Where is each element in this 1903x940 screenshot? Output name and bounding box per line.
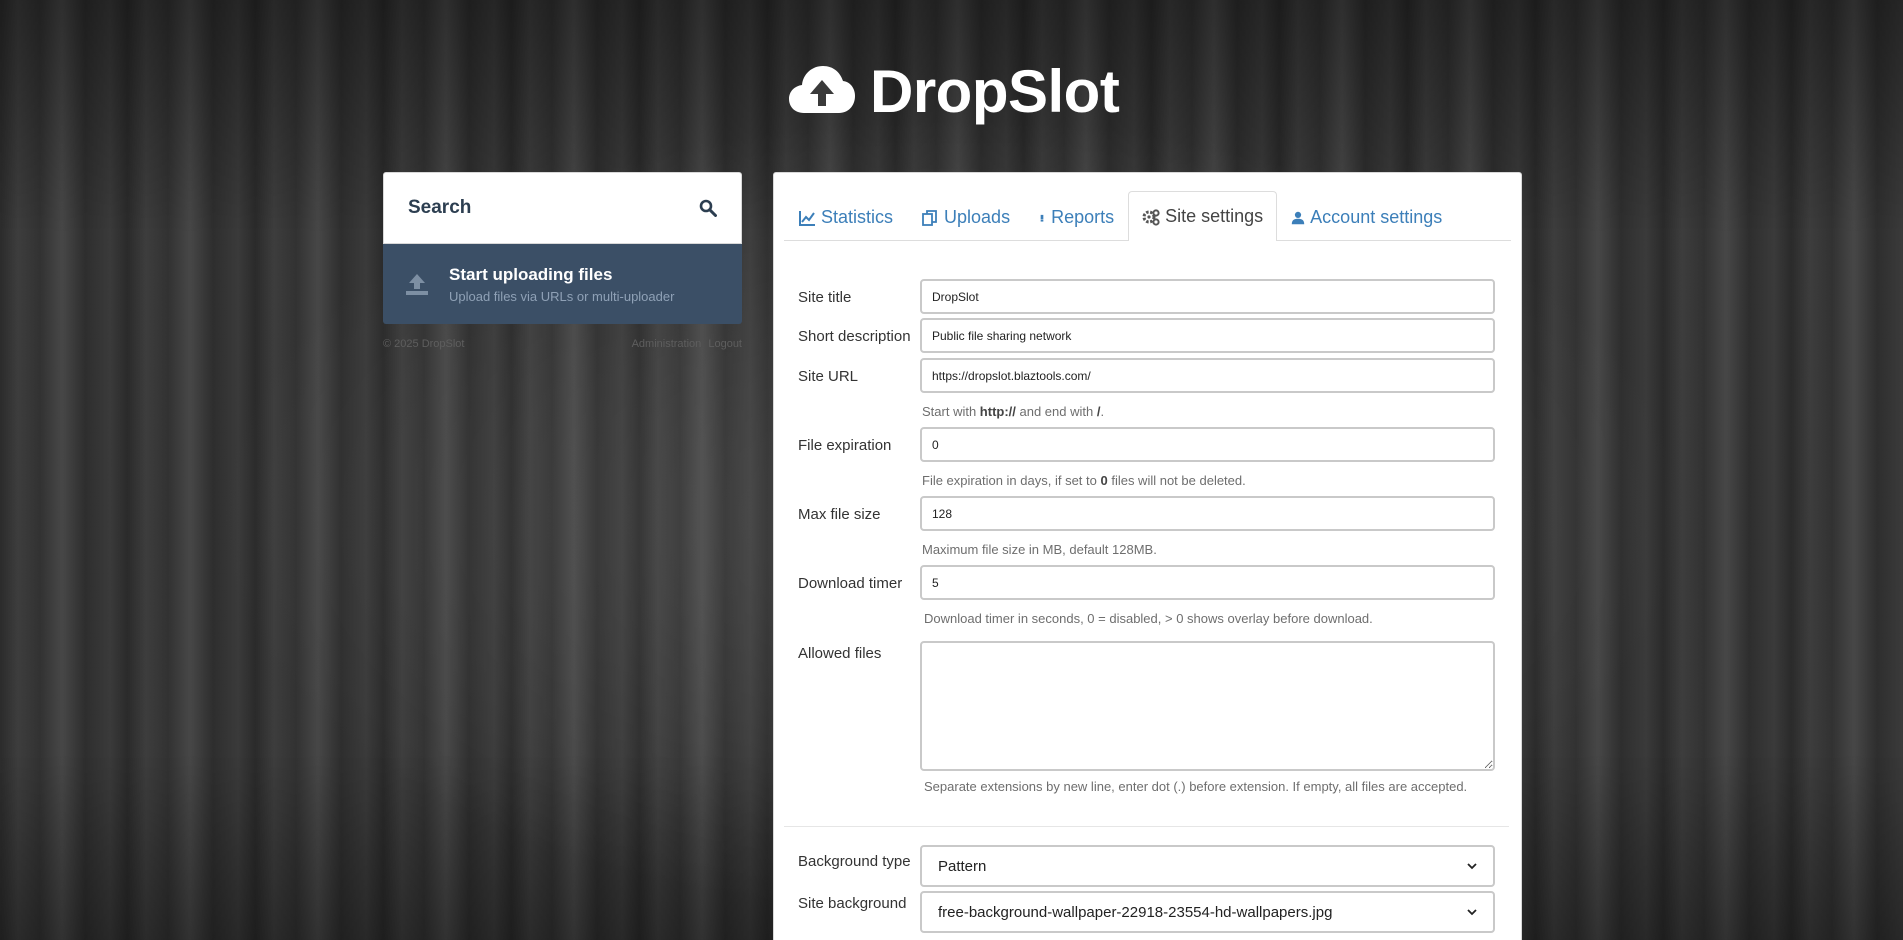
file-expiration-input[interactable]: 0: [920, 427, 1495, 462]
exclamation-icon: [1040, 214, 1044, 222]
tab-statistics[interactable]: Statistics: [784, 193, 907, 241]
max-file-size-hint: Maximum file size in MB, default 128MB.: [922, 542, 1157, 557]
settings-panel: Statistics Uploads Reports Site settings…: [773, 172, 1522, 940]
short-description-label: Short description: [798, 328, 911, 345]
start-uploading-card[interactable]: Start uploading files Upload files via U…: [383, 244, 742, 324]
tab-reports[interactable]: Reports: [1024, 193, 1128, 241]
short-description-value: Public file sharing network: [932, 328, 1072, 343]
site-url-value: https://dropslot.blaztools.com/: [932, 368, 1091, 383]
tab-label: Site settings: [1165, 206, 1264, 226]
background-type-select[interactable]: Pattern: [920, 845, 1495, 887]
upload-title: Start uploading files: [449, 264, 613, 284]
gears-icon: [1142, 208, 1160, 226]
brand-logo[interactable]: DropSlot: [788, 56, 1120, 126]
allowed-files-textarea[interactable]: [920, 641, 1495, 771]
site-url-input[interactable]: https://dropslot.blaztools.com/: [920, 358, 1495, 393]
tab-label: Statistics: [821, 207, 894, 227]
file-expiration-value: 0: [932, 437, 939, 452]
cloud-upload-icon: [789, 66, 855, 113]
background-type-value: Pattern: [938, 857, 987, 875]
short-description-input[interactable]: Public file sharing network: [920, 318, 1495, 353]
copyright: © 2025 DropSlot: [383, 338, 465, 350]
chart-line-icon: [799, 210, 815, 226]
tab-label: Reports: [1051, 207, 1115, 227]
tab-account-settings[interactable]: Account settings: [1277, 193, 1456, 241]
chevron-down-icon: [1467, 863, 1477, 870]
site-background-select[interactable]: free-background-wallpaper-22918-23554-hd…: [920, 891, 1495, 933]
file-expiration-hint: File expiration in days, if set to 0 fil…: [922, 473, 1246, 488]
allowed-files-label: Allowed files: [798, 645, 882, 662]
download-timer-hint: Download timer in seconds, 0 = disabled,…: [924, 611, 1373, 626]
download-timer-value: 5: [932, 575, 939, 590]
upload-subtitle: Upload files via URLs or multi-uploader: [449, 288, 675, 304]
logout-link[interactable]: Logout: [708, 338, 742, 350]
upload-icon: [406, 274, 428, 295]
tab-label: Uploads: [944, 207, 1011, 227]
site-title-label: Site title: [798, 289, 852, 306]
search-icon[interactable]: [699, 199, 717, 217]
max-file-size-input[interactable]: 128: [920, 496, 1495, 531]
sidebar: Search Start uploading files Upload file…: [383, 172, 742, 350]
site-url-hint: Start with http:// and end with /.: [922, 404, 1105, 419]
tab-uploads[interactable]: Uploads: [907, 193, 1024, 241]
tab-bar: Statistics Uploads Reports Site settings…: [784, 183, 1511, 241]
search-box[interactable]: Search: [383, 172, 742, 244]
search-label: Search: [408, 197, 472, 218]
section-divider: [784, 826, 1509, 827]
background-type-label: Background type: [798, 853, 911, 870]
site-title-value: DropSlot: [932, 289, 979, 304]
chevron-down-icon: [1467, 909, 1477, 916]
copy-icon: [922, 209, 937, 226]
file-expiration-label: File expiration: [798, 437, 892, 454]
max-file-size-value: 128: [932, 506, 953, 521]
tab-label: Account settings: [1310, 207, 1443, 227]
site-url-label: Site URL: [798, 368, 859, 385]
user-icon: [1291, 211, 1305, 224]
tab-site-settings[interactable]: Site settings: [1128, 191, 1278, 241]
download-timer-input[interactable]: 5: [920, 565, 1495, 600]
site-title-input[interactable]: DropSlot: [920, 279, 1495, 314]
allowed-files-hint: Separate extensions by new line, enter d…: [924, 779, 1468, 794]
brand-name: DropSlot: [870, 57, 1120, 125]
administration-link[interactable]: Administration: [632, 338, 702, 350]
max-file-size-label: Max file size: [798, 506, 881, 523]
sidebar-footer: © 2025 DropSlot Administration Logout: [383, 338, 742, 350]
download-timer-label: Download timer: [798, 575, 903, 592]
site-background-label: Site background: [798, 895, 907, 912]
site-background-value: free-background-wallpaper-22918-23554-hd…: [938, 903, 1333, 921]
